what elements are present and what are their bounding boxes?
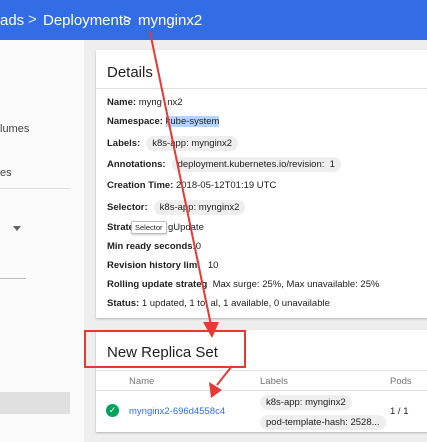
annotation-arrows — [149, 31, 233, 398]
arrow-head-icon — [209, 382, 222, 398]
arrow-head-icon — [203, 322, 219, 338]
arrow-line — [149, 31, 212, 326]
arrow-line — [216, 365, 233, 386]
